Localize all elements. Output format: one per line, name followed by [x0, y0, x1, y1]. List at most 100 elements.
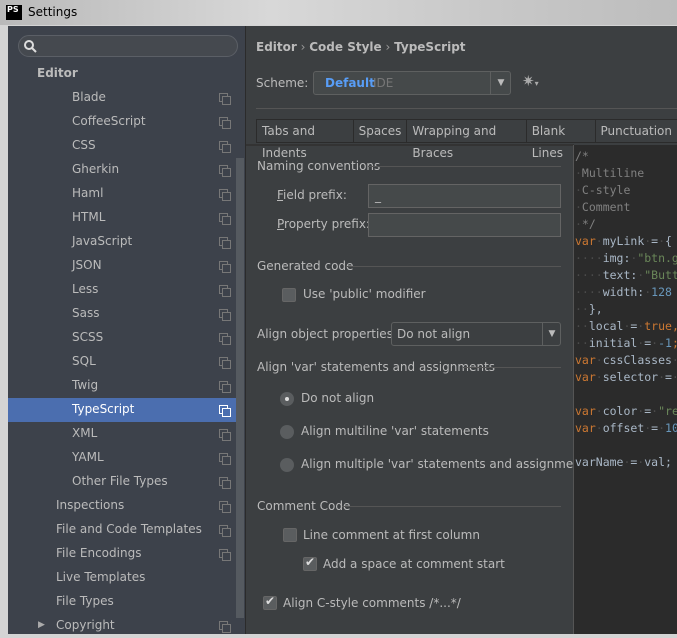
sidebar-item-xml[interactable]: XML [8, 422, 236, 446]
code-token: Comment [575, 200, 631, 214]
sidebar-item-file-and-code-templates[interactable]: File and Code Templates [8, 518, 236, 542]
code-token: /* [575, 149, 589, 163]
tab-wrapping-and-braces[interactable]: Wrapping and Braces [406, 119, 526, 160]
code-line: C-style · [575, 182, 677, 199]
code-token: var [575, 370, 596, 384]
code-line: initial = -1;·· · · [575, 335, 677, 352]
align-object-label: Align object properties: [257, 327, 397, 341]
sidebar-item-html[interactable]: HTML [8, 206, 236, 230]
line-comment-first-column-label: Line comment at first column [303, 528, 480, 542]
gear-icon[interactable]: ✷▾ [522, 72, 539, 90]
copy-settings-icon [219, 621, 231, 633]
sidebar-item-sass[interactable]: Sass [8, 302, 236, 326]
sidebar-scrollbar[interactable] [236, 158, 244, 618]
sidebar-item-label: Live Templates [56, 570, 146, 584]
sidebar-item-yaml[interactable]: YAML [8, 446, 236, 470]
sidebar-item-javascript[interactable]: JavaScript [8, 230, 236, 254]
tab-punctuation[interactable]: Punctuation [594, 119, 677, 143]
breadcrumb: Editor › Code Style › TypeScript [256, 40, 466, 54]
property-prefix-input[interactable] [368, 213, 561, 237]
code-token: offset = [595, 421, 666, 435]
scheme-dropdown[interactable]: Default IDE ▼ [313, 71, 511, 95]
field-prefix-label: Field prefix: [277, 188, 347, 202]
search-input[interactable] [18, 35, 238, 57]
sidebar-item-inspections[interactable]: Inspections [8, 494, 236, 518]
code-line: */· [575, 216, 677, 233]
copy-settings-icon [219, 285, 231, 297]
sidebar-item-label: Gherkin [72, 162, 120, 176]
app-logo-icon: PS [6, 5, 22, 20]
copy-settings-icon [219, 357, 231, 369]
code-line: var offset = 10 · · · [575, 420, 677, 437]
code-token: var [575, 404, 596, 418]
align-var-radio[interactable] [280, 392, 294, 406]
tab-bar: Tabs and Indents Spaces Wrapping and Brace… [256, 119, 677, 160]
sidebar-item-json[interactable]: JSON [8, 254, 236, 278]
code-token: "Butt [644, 268, 677, 282]
line-comment-first-column-checkbox[interactable] [283, 528, 297, 542]
sidebar-item-live-templates[interactable]: Live Templates [8, 566, 236, 590]
sidebar-item-blade[interactable]: Blade [8, 86, 236, 110]
sidebar-item-label: File and Code Templates [56, 522, 202, 536]
copy-settings-icon [219, 333, 231, 345]
align-c-style-checkbox[interactable] [263, 594, 277, 610]
code-line: var selector = · · · [575, 369, 677, 386]
tab-spaces[interactable]: Spaces [352, 119, 407, 143]
sidebar-item-label: SQL [72, 354, 96, 368]
sidebar-item-sql[interactable]: SQL [8, 350, 236, 374]
align-object-value: Do not align [397, 327, 471, 341]
code-line: }, ·· [575, 301, 677, 318]
breadcrumb-item: TypeScript [394, 40, 466, 54]
sidebar-item-haml[interactable]: Haml [8, 182, 236, 206]
breadcrumb-item: Code Style [309, 40, 382, 54]
sidebar-item-label: Less [72, 282, 99, 296]
sidebar-item-gherkin[interactable]: Gherkin [8, 158, 236, 182]
copy-settings-icon [219, 165, 231, 177]
sidebar-item-other-file-types[interactable]: Other File Types [8, 470, 236, 494]
tab-blank-lines[interactable]: Blank Lines [525, 119, 595, 160]
sidebar-item-css[interactable]: CSS [8, 134, 236, 158]
sidebar-item-label: YAML [72, 450, 104, 464]
code-token: true, [644, 319, 677, 333]
chevron-down-icon: ▼ [542, 323, 561, 345]
use-public-checkbox[interactable] [282, 288, 296, 302]
divider [256, 108, 677, 109]
sidebar-item-editor[interactable]: Editor [8, 62, 236, 86]
use-public-label: Use 'public' modifier [303, 287, 426, 301]
code-token: 10 [665, 421, 677, 435]
sidebar-item-label: Editor [37, 66, 78, 80]
add-space-label: Add a space at comment start [323, 557, 505, 571]
sidebar-item-copyright[interactable]: ▶ Copyright [8, 614, 236, 638]
align-var-radio[interactable] [280, 425, 294, 439]
sidebar-item-label: Copyright [56, 618, 115, 632]
code-token: initial = [575, 336, 659, 350]
copy-settings-icon [219, 237, 231, 249]
align-object-dropdown[interactable]: Do not align ▼ [391, 322, 561, 346]
sidebar-item-typescript[interactable]: TypeScript [8, 398, 236, 422]
code-token: varName = val; [575, 455, 672, 469]
code-line: text: "Butt ···· · [575, 267, 677, 284]
expand-arrow-icon[interactable]: ▶ [38, 614, 45, 636]
sidebar-item-label: Twig [72, 378, 99, 392]
code-token: */ [575, 217, 596, 231]
sidebar-item-file-types[interactable]: File Types [8, 590, 236, 614]
sidebar-item-less[interactable]: Less [8, 278, 236, 302]
add-space-checkbox[interactable] [303, 555, 317, 571]
code-line: Comment · [575, 199, 677, 216]
sidebar-item-scss[interactable]: SCSS [8, 326, 236, 350]
sidebar-item-twig[interactable]: Twig [8, 374, 236, 398]
code-token: selector = [595, 370, 677, 384]
align-var-radio[interactable] [280, 458, 294, 472]
sidebar-item-coffeescript[interactable]: CoffeeScript [8, 110, 236, 134]
field-prefix-input[interactable]: _ [368, 184, 561, 208]
settings-sidebar: Editor Blade CoffeeScript CSS Gherkin Haml HTM… [8, 26, 245, 634]
code-line: Multiline · [575, 165, 677, 182]
copy-settings-icon [219, 117, 231, 129]
copy-settings-icon [219, 141, 231, 153]
sidebar-item-label: XML [72, 426, 98, 440]
tab-tabs-and-indents[interactable]: Tabs and Indents [256, 119, 353, 160]
sidebar-item-file-encodings[interactable]: File Encodings [8, 542, 236, 566]
code-token: img: [575, 251, 638, 265]
